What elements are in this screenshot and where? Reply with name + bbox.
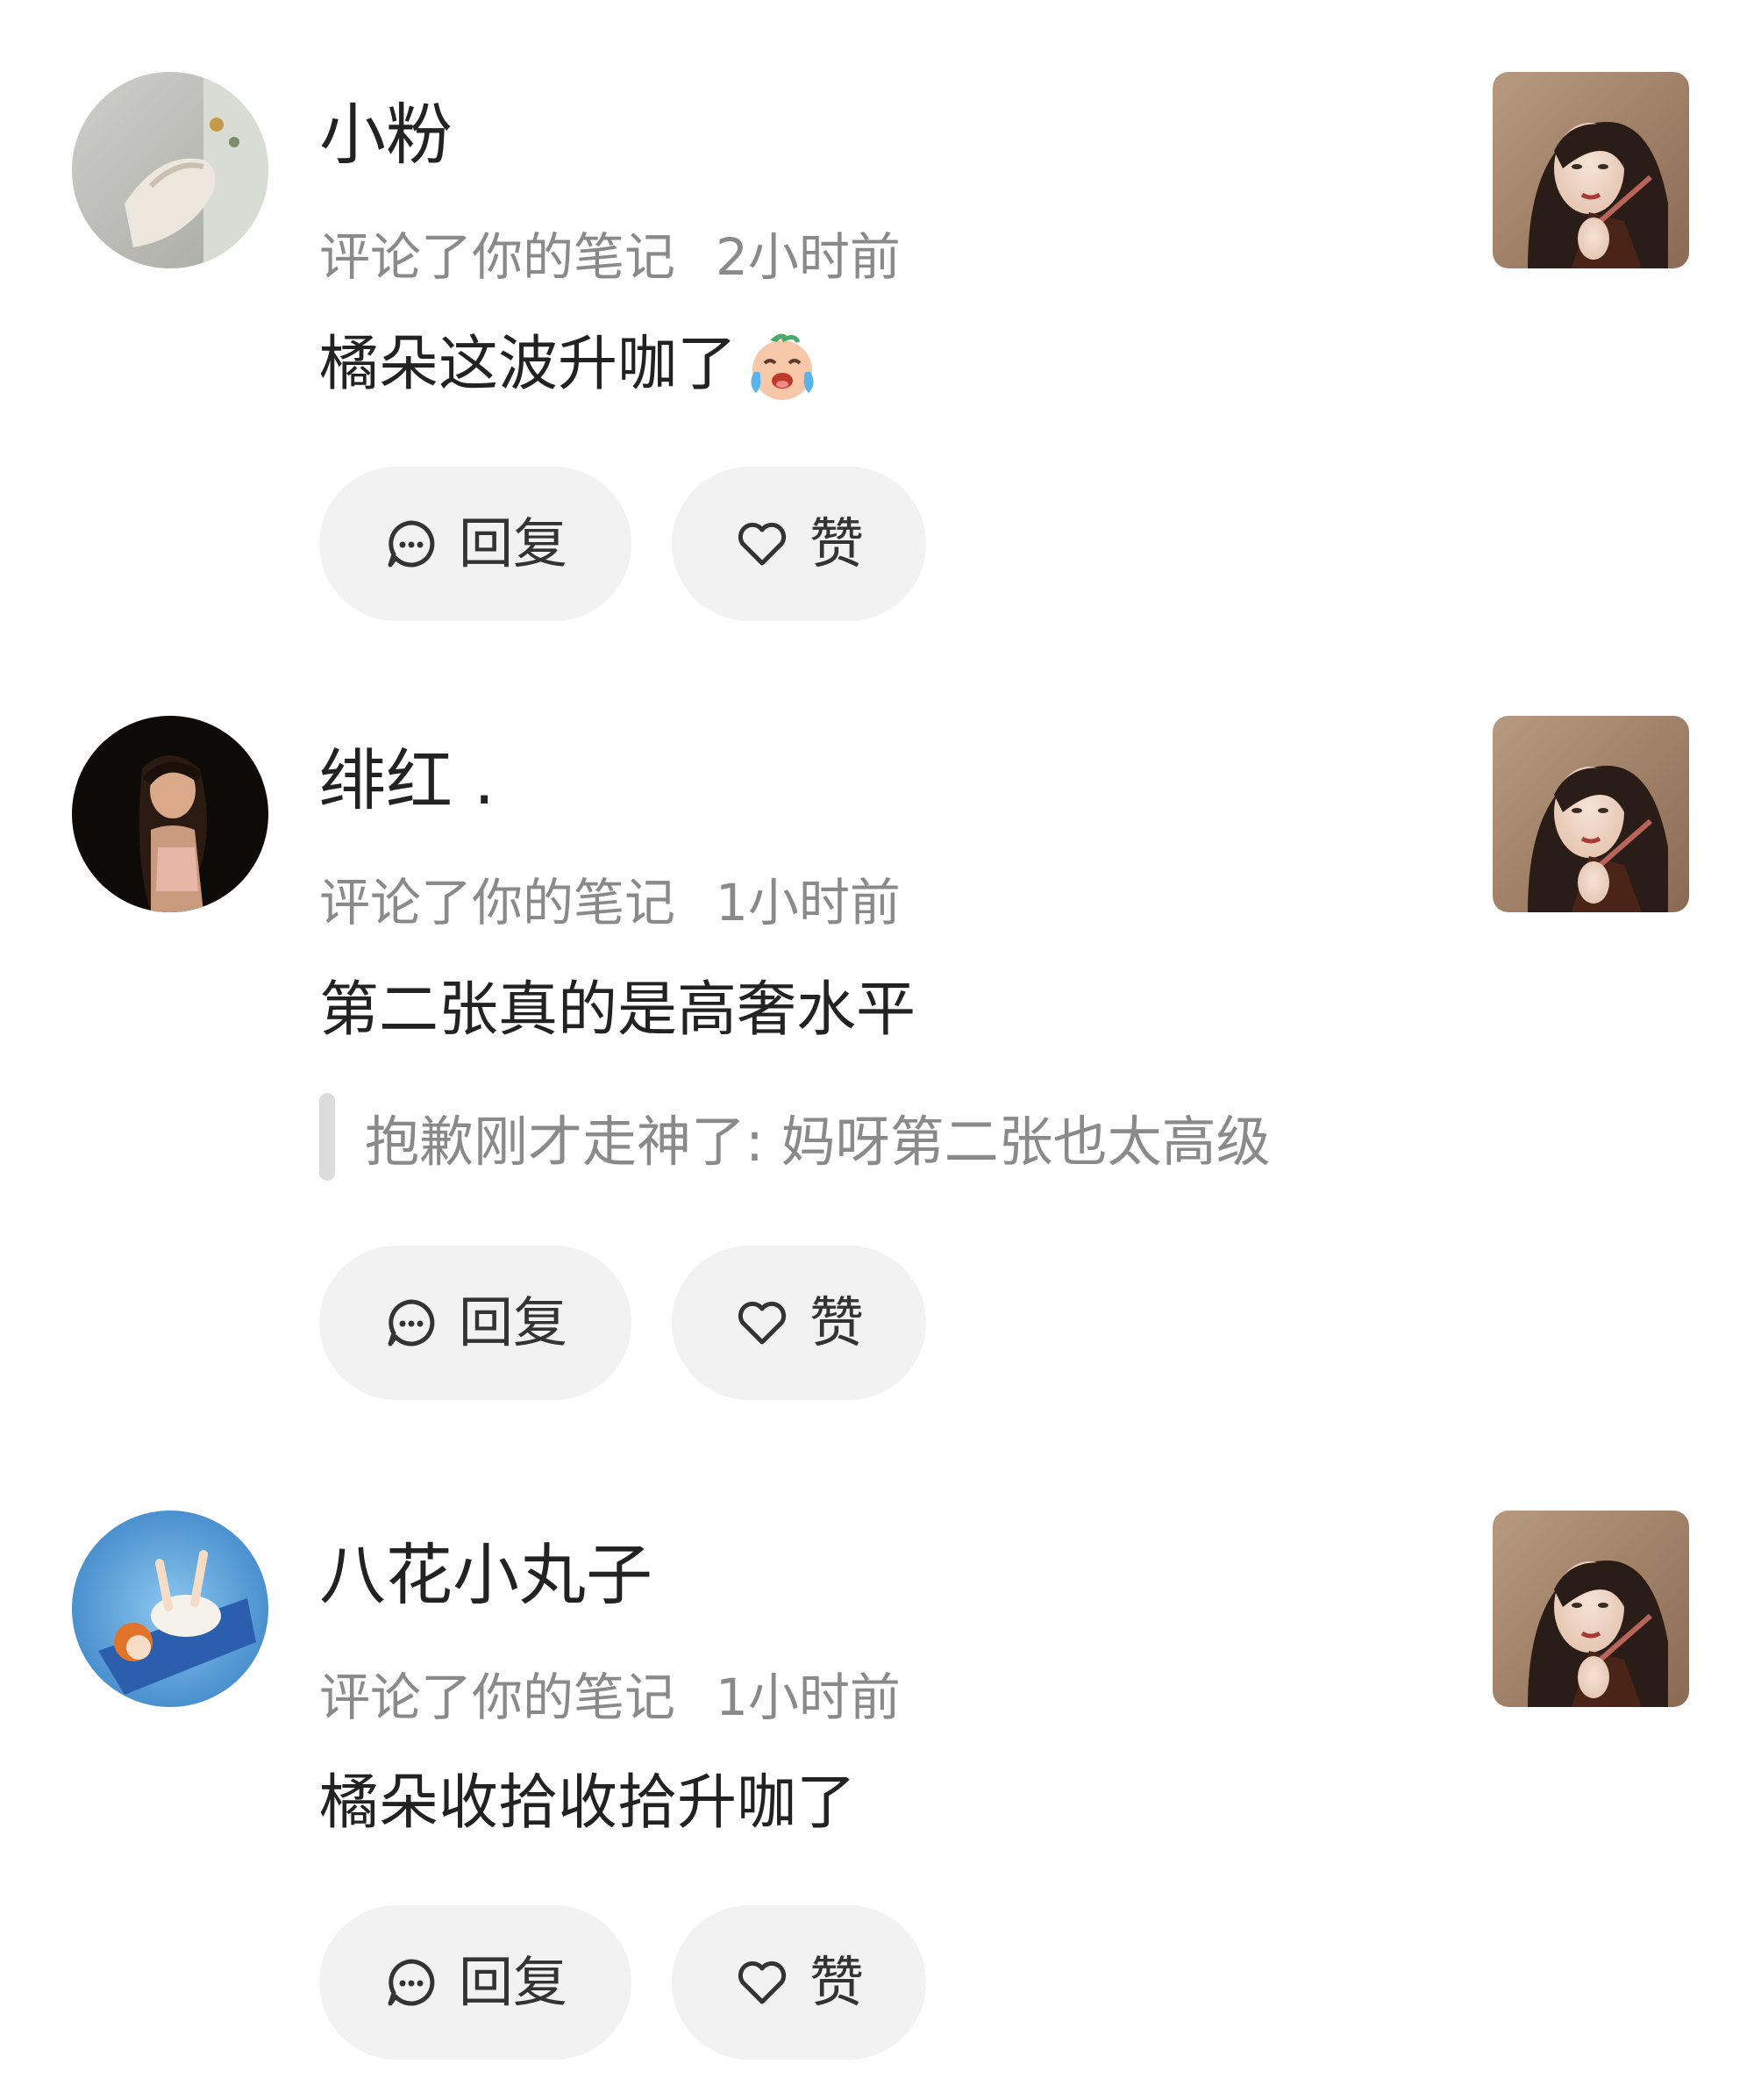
- reply-label: 回复: [458, 1290, 567, 1354]
- comment-meta: 评论了你的笔记 1小时前: [319, 877, 901, 928]
- username[interactable]: 小粉: [319, 102, 453, 168]
- timestamp: 1小时前: [716, 1668, 901, 1727]
- action-text: 评论了你的笔记: [319, 1668, 676, 1727]
- heart-outline-icon: [734, 516, 790, 572]
- comment-meta: 评论了你的笔记 1小时前: [319, 1672, 901, 1723]
- comment-body: 第二张真的是高奢水平: [319, 975, 916, 1045]
- username[interactable]: 八花小丸子: [319, 1542, 652, 1609]
- reply-label: 回复: [458, 1950, 567, 2014]
- timestamp: 1小时前: [716, 873, 901, 932]
- note-thumbnail[interactable]: [1493, 716, 1689, 912]
- heart-outline-icon: [734, 1954, 790, 2011]
- quote-bar: [319, 1093, 335, 1181]
- like-button[interactable]: 赞: [672, 467, 926, 621]
- avatar[interactable]: [72, 72, 268, 268]
- note-thumbnail[interactable]: [1493, 1511, 1689, 1707]
- like-label: 赞: [809, 1950, 864, 2014]
- reply-button[interactable]: 回复: [319, 467, 631, 621]
- action-text: 评论了你的笔记: [319, 873, 676, 932]
- heart-outline-icon: [734, 1295, 790, 1351]
- like-button[interactable]: 赞: [672, 1246, 926, 1400]
- like-label: 赞: [809, 511, 864, 575]
- comment-meta: 评论了你的笔记 2小时前: [319, 232, 901, 282]
- comment-text: 第二张真的是高奢水平: [319, 981, 916, 1040]
- comment-text: 橘朵这波升咖了: [319, 326, 821, 404]
- chat-bubble-icon: [383, 1954, 439, 2011]
- like-label: 赞: [809, 1290, 864, 1354]
- action-text: 评论了你的笔记: [319, 227, 676, 287]
- quote-text: 抱歉刚才走神了: 妈呀第二张也太高级: [365, 1110, 1271, 1174]
- chat-bubble-icon: [383, 1295, 439, 1351]
- timestamp: 2小时前: [716, 227, 901, 287]
- reply-button[interactable]: 回复: [319, 1246, 631, 1400]
- comment-text: 橘朵收拾收拾升咖了: [319, 1774, 856, 1833]
- like-button[interactable]: 赞: [672, 1905, 926, 2060]
- avatar[interactable]: [72, 1511, 268, 1707]
- quoted-comment[interactable]: 抱歉刚才走神了: 妈呀第二张也太高级: [319, 1093, 1271, 1181]
- avatar[interactable]: [72, 716, 268, 912]
- reply-label: 回复: [458, 511, 567, 575]
- reply-button[interactable]: 回复: [319, 1905, 631, 2060]
- username[interactable]: 绯红 .: [319, 747, 495, 814]
- comment-body: 橘朵这波升咖了: [319, 330, 738, 399]
- note-thumbnail[interactable]: [1493, 72, 1689, 268]
- chat-bubble-icon: [383, 516, 439, 572]
- crying-laughing-baby-emoji-icon: [744, 326, 821, 404]
- comment-body: 橘朵收拾收拾升咖了: [319, 1768, 857, 1838]
